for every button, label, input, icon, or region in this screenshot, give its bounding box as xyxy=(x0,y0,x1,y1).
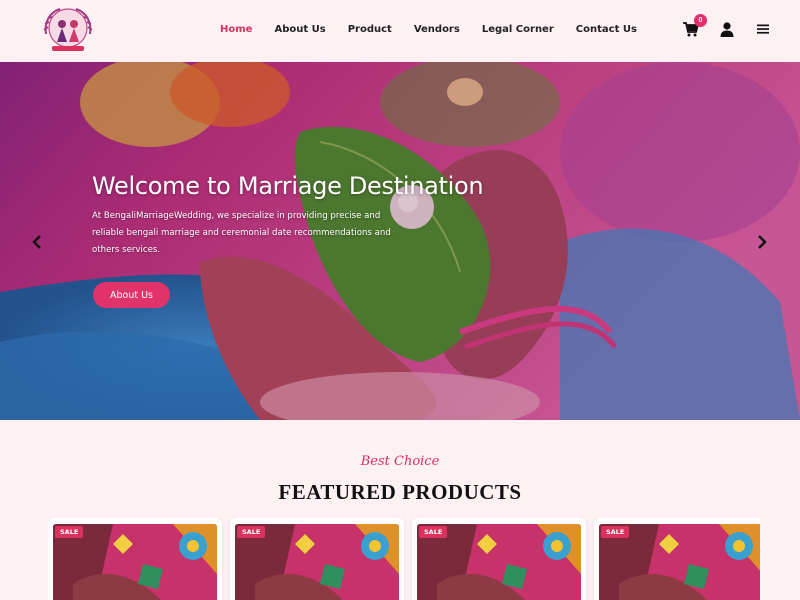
slider-next-button[interactable] xyxy=(754,232,770,252)
sale-badge: SALE xyxy=(237,526,266,538)
sale-badge: SALE xyxy=(601,526,630,538)
main-nav: Home About Us Product Vendors Legal Corn… xyxy=(220,22,659,38)
nav-about-us[interactable]: About Us xyxy=(274,22,325,38)
about-us-button[interactable]: About Us xyxy=(93,282,170,308)
hero-slider: Welcome to Marriage Destination At Benga… xyxy=(0,62,800,420)
product-card[interactable]: SALE xyxy=(230,518,404,600)
product-card[interactable]: SALE xyxy=(594,518,760,600)
nav-product[interactable]: Product xyxy=(348,22,392,38)
product-card[interactable]: SALE xyxy=(412,518,586,600)
sale-badge: SALE xyxy=(419,526,448,538)
featured-products: SALE SALE SALE SALE xyxy=(48,518,760,600)
hero-title: Welcome to Marriage Destination xyxy=(92,172,484,200)
nav-legal-corner[interactable]: Legal Corner xyxy=(482,22,554,38)
header-icons: 0 xyxy=(682,14,772,38)
menu-button[interactable] xyxy=(754,20,772,38)
account-button[interactable] xyxy=(718,20,736,38)
menu-icon xyxy=(757,24,769,34)
nav-home[interactable]: Home xyxy=(220,22,252,38)
product-card[interactable]: SALE xyxy=(48,518,222,600)
site-header: Home About Us Product Vendors Legal Corn… xyxy=(0,0,800,62)
section-subtitle: Best Choice xyxy=(360,454,440,469)
cart-button[interactable]: 0 xyxy=(682,14,707,38)
nav-vendors[interactable]: Vendors xyxy=(414,22,460,38)
hero-description: At BengaliMarriageWedding, we specialize… xyxy=(92,211,391,255)
chevron-left-icon xyxy=(32,235,41,249)
sale-badge: SALE xyxy=(55,526,84,538)
section-title: FEATURED PRODUCTS xyxy=(278,480,522,504)
user-icon xyxy=(720,21,734,37)
chevron-right-icon xyxy=(758,235,767,249)
slider-prev-button[interactable] xyxy=(29,232,45,252)
cart-count-badge: 0 xyxy=(694,14,707,27)
logo[interactable] xyxy=(36,4,100,56)
nav-contact-us[interactable]: Contact Us xyxy=(576,22,637,38)
